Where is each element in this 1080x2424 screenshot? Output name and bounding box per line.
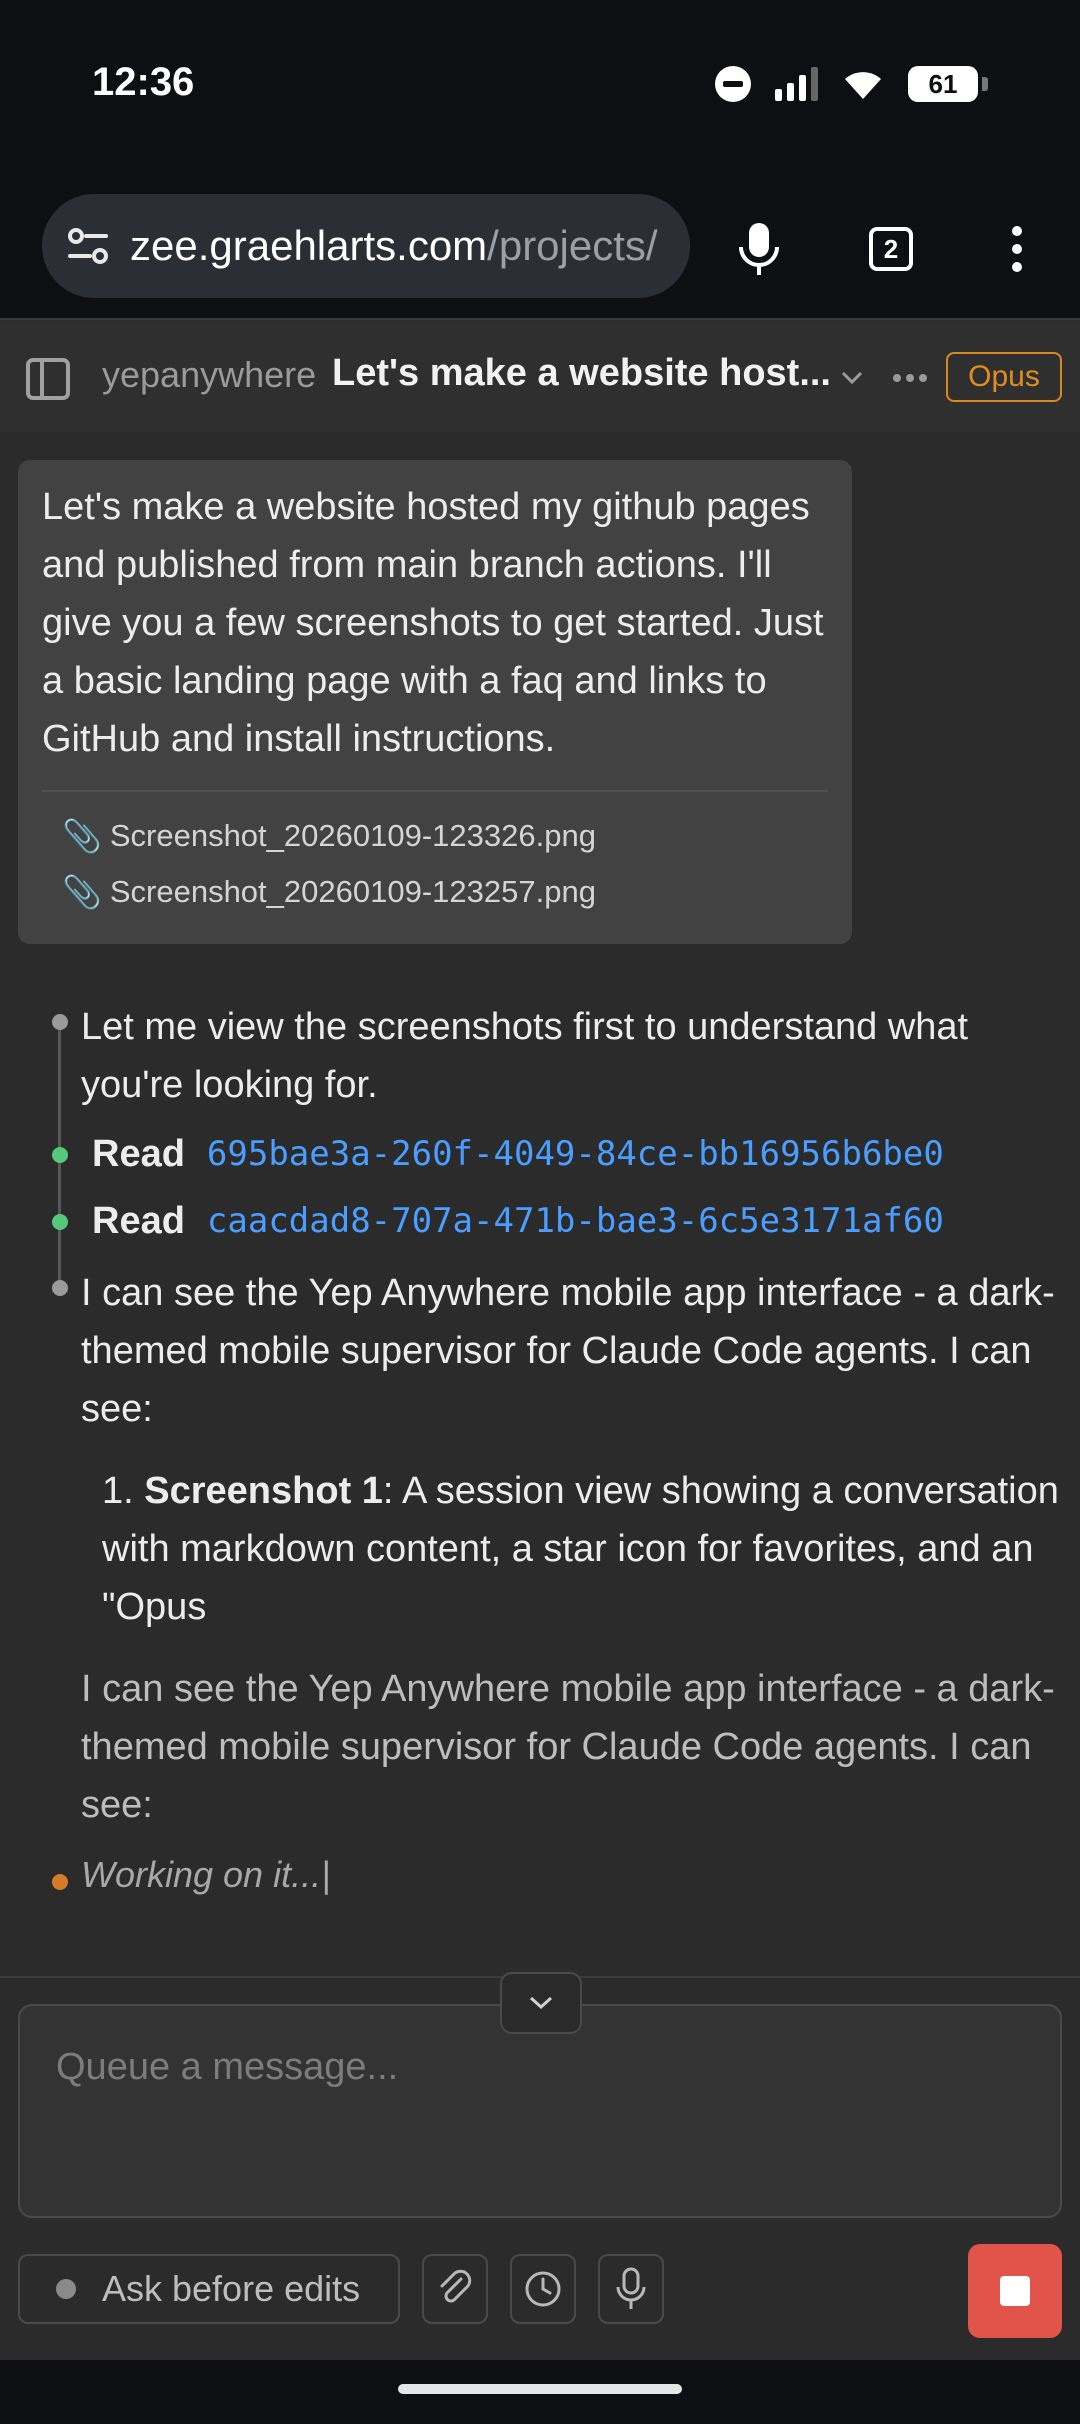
session-title[interactable]: Let's make a website host...	[332, 352, 831, 395]
attachment-item[interactable]: 📎 Screenshot_20260109-123257.png	[62, 864, 828, 920]
composer-toolbar: Ask before edits	[0, 2236, 1080, 2366]
tool-name: Read	[92, 1132, 185, 1175]
list-number: 1.	[102, 1470, 134, 1512]
wifi-icon	[845, 72, 881, 99]
tab-count: 2	[869, 227, 913, 271]
project-name[interactable]: yepanywhere	[102, 354, 316, 396]
timeline-dot	[52, 1280, 68, 1296]
url-host: zee.graehlarts.com	[130, 222, 488, 269]
status-icons: 61	[715, 66, 988, 102]
scroll-to-bottom-button[interactable]	[500, 1972, 582, 2034]
tool-call-row[interactable]: Read caacdad8-707a-471b-bae3-6c5e3171af6…	[92, 1192, 944, 1250]
browser-menu-button[interactable]	[982, 214, 1052, 284]
home-indicator[interactable]	[398, 2384, 682, 2394]
url-text[interactable]: zee.graehlarts.com/projects/	[130, 222, 658, 270]
voice-search-button[interactable]	[724, 214, 794, 284]
working-indicator: Working on it...|	[81, 1854, 331, 1895]
tool-argument-link[interactable]: caacdad8-707a-471b-bae3-6c5e3171af60	[207, 1201, 944, 1241]
more-icon[interactable]	[892, 372, 928, 384]
sidebar-toggle-icon[interactable]	[26, 358, 70, 400]
site-settings-icon[interactable]	[66, 226, 110, 266]
title-chevron-down-icon[interactable]	[840, 370, 864, 386]
battery-icon: 61	[908, 66, 978, 102]
assistant-text: Let me view the screenshots first to und…	[81, 1006, 969, 1106]
attach-button[interactable]	[422, 2254, 488, 2324]
attachment-filename: Screenshot_20260109-123326.png	[109, 818, 596, 853]
do-not-disturb-icon	[715, 66, 751, 102]
mode-indicator-icon	[56, 2279, 76, 2299]
session-header: yepanywhere Let's make a website host...…	[0, 322, 1080, 432]
status-time: 12:36	[92, 60, 195, 104]
working-status-dot	[52, 1874, 68, 1890]
url-path: /projects/	[487, 222, 658, 269]
permission-mode-button[interactable]: Ask before edits	[18, 2254, 400, 2324]
list-item-heading: Screenshot 1	[144, 1470, 383, 1512]
voice-input-button[interactable]	[598, 2254, 664, 2324]
tool-status-dot	[52, 1147, 68, 1163]
attachment-divider	[42, 790, 828, 792]
tool-call-row[interactable]: Read 695bae3a-260f-4049-84ce-bb16956b6be…	[92, 1125, 944, 1183]
assistant-text: I can see the Yep Anywhere mobile app in…	[81, 1272, 1055, 1430]
microphone-icon	[616, 2267, 646, 2309]
chevron-down-icon	[529, 1996, 553, 2010]
browser-toolbar: zee.graehlarts.com/projects/ 2	[0, 180, 1080, 320]
tab-switcher-button[interactable]: 2	[856, 214, 926, 284]
attachment-filename: Screenshot_20260109-123257.png	[109, 874, 596, 909]
message-input[interactable]	[56, 2046, 1016, 2089]
stop-icon	[1000, 2276, 1030, 2306]
user-message: Let's make a website hosted my github pa…	[18, 460, 852, 944]
battery-tip	[982, 77, 988, 91]
history-button[interactable]	[510, 2254, 576, 2324]
navigation-bar	[0, 2360, 1080, 2424]
url-bar[interactable]: zee.graehlarts.com/projects/	[42, 194, 690, 298]
list-item: 1. Screenshot 1: A session view showing …	[102, 1462, 1062, 1636]
clock-icon	[525, 2271, 561, 2307]
paperclip-icon: 📎	[62, 874, 102, 910]
model-badge[interactable]: Opus	[946, 352, 1062, 402]
paperclip-icon	[440, 2269, 472, 2303]
tool-name: Read	[92, 1199, 185, 1242]
status-bar: 12:36 61	[0, 0, 1080, 180]
battery-level-text: 61	[928, 68, 958, 99]
permission-mode-label: Ask before edits	[102, 2268, 361, 2309]
timeline-dot	[52, 1014, 68, 1030]
tool-status-dot	[52, 1214, 68, 1230]
signal-icon	[775, 67, 818, 101]
user-message-text: Let's make a website hosted my github pa…	[42, 486, 824, 760]
attachment-item[interactable]: 📎 Screenshot_20260109-123326.png	[62, 808, 828, 864]
streaming-text: I can see the Yep Anywhere mobile app in…	[81, 1668, 1055, 1826]
microphone-icon	[739, 223, 779, 275]
tool-argument-link[interactable]: 695bae3a-260f-4049-84ce-bb16956b6be0	[207, 1134, 944, 1174]
message-composer[interactable]	[18, 2004, 1062, 2218]
more-vertical-icon	[1012, 226, 1022, 272]
stop-button[interactable]	[968, 2244, 1062, 2338]
paperclip-icon: 📎	[62, 818, 102, 854]
